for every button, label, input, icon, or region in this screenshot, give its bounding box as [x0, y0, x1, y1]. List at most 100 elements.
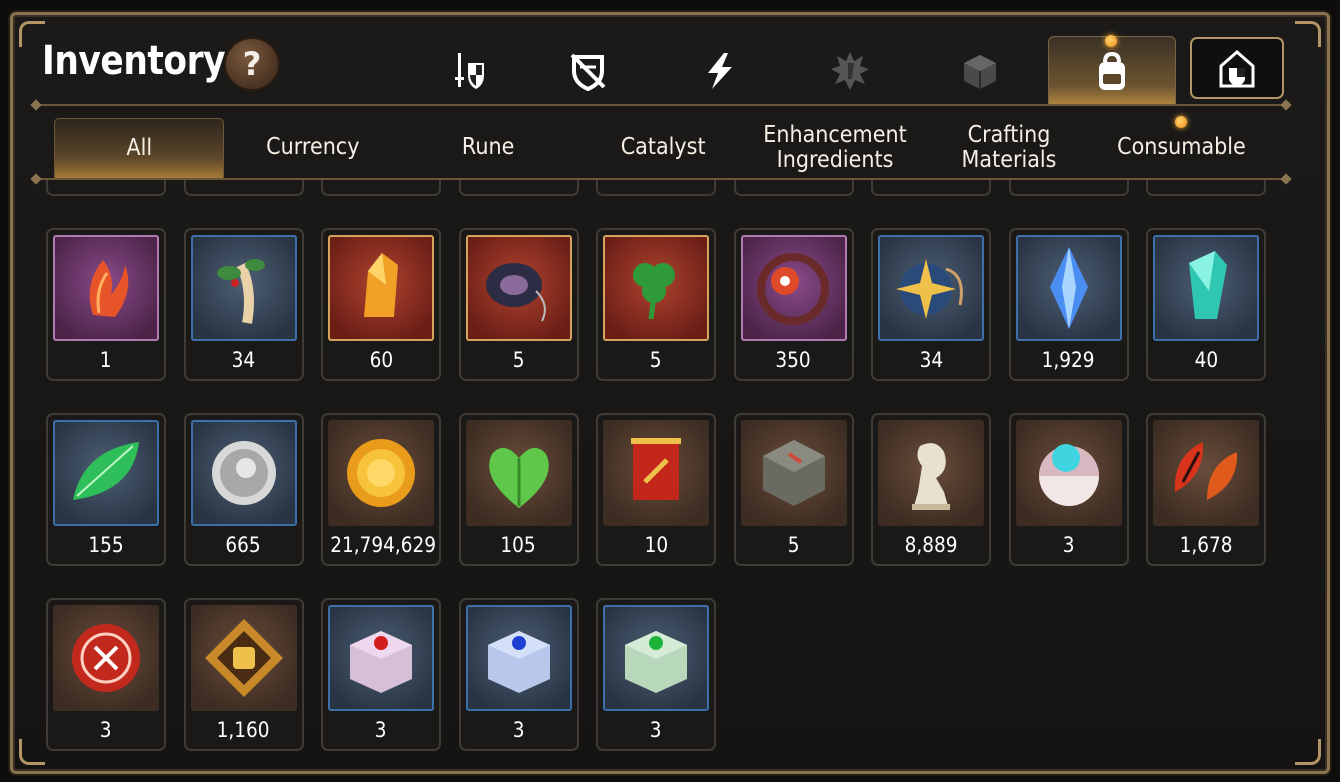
item-slot[interactable]: 10 [596, 413, 716, 566]
item-count-value: 1,929 [1042, 348, 1095, 372]
item-tile [1153, 420, 1259, 526]
subtab-label: Consumable [1116, 134, 1246, 161]
guild-house-icon [1219, 50, 1255, 88]
blue-jewel-chest-icon [487, 631, 550, 693]
tab-runes[interactable] [802, 40, 898, 102]
dark-ring-icon [485, 263, 546, 322]
item-slot-partial[interactable] [321, 180, 441, 196]
item-slot[interactable]: 665 [183, 413, 304, 566]
item-count: 34 [873, 348, 989, 372]
item-count-value: 350 [775, 348, 812, 372]
item-slot[interactable]: 3 [596, 598, 716, 751]
help-button[interactable]: ? [224, 37, 280, 91]
item-tile [465, 235, 572, 341]
notification-dot [1175, 116, 1187, 128]
subtab-consumable[interactable]: Consumable [1100, 116, 1262, 178]
item-slot[interactable]: 1,678 [1146, 413, 1266, 566]
item-slot[interactable]: 60 [321, 228, 441, 381]
item-slot[interactable]: 5 [733, 413, 854, 566]
item-count-value: 665 [225, 533, 262, 557]
tab-equipment[interactable] [420, 40, 516, 102]
item-count: 105 [461, 533, 577, 557]
item-slot[interactable]: 350 [733, 228, 854, 381]
item-tile [53, 605, 159, 711]
item-tile [878, 235, 984, 341]
item-slot[interactable]: 1 [46, 228, 166, 381]
item-slot[interactable]: 3 [458, 598, 579, 751]
subtab-label: All [126, 134, 152, 161]
frame-corner-ornament [1295, 21, 1321, 47]
item-slot-partial[interactable] [46, 180, 166, 196]
item-slot[interactable]: 5 [596, 228, 716, 381]
item-slot[interactable]: 21,794,629 [321, 413, 441, 566]
item-tile [53, 420, 159, 526]
item-count: 3 [1011, 533, 1127, 557]
item-count-value: 21,794,629 [330, 533, 437, 557]
lightning-icon [708, 53, 732, 89]
item-count: 10 [598, 533, 714, 557]
item-count: 60 [323, 348, 439, 372]
item-tile [190, 235, 297, 341]
item-tile [465, 605, 572, 711]
tab-items[interactable] [1048, 35, 1176, 106]
item-slot[interactable]: 5 [458, 228, 579, 381]
item-slot[interactable]: 34 [871, 228, 991, 381]
subtab-crafting-materials[interactable]: Crafting Materials [934, 118, 1084, 178]
item-slot-partial[interactable] [596, 180, 716, 196]
item-slot[interactable]: 3 [1008, 413, 1129, 566]
item-count: 5 [736, 533, 852, 557]
help-label: ? [242, 45, 262, 83]
item-tile [1015, 235, 1122, 341]
item-slot[interactable]: 34 [183, 228, 304, 381]
item-slot-partial[interactable] [458, 180, 579, 196]
item-count-value: 34 [919, 348, 943, 372]
item-tile [740, 235, 847, 341]
tab-broken-gear[interactable] [540, 40, 636, 102]
subtab-catalyst[interactable]: Catalyst [590, 118, 736, 178]
item-count-value: 3 [650, 718, 662, 742]
subtab-currency[interactable]: Currency [240, 118, 386, 178]
item-slot[interactable]: 1,929 [1008, 228, 1129, 381]
frame-corner-ornament [19, 739, 45, 765]
tab-artifacts[interactable] [932, 40, 1028, 102]
tab-skills[interactable] [672, 40, 768, 102]
item-slot-partial[interactable] [733, 180, 854, 196]
amber-crystal-icon [364, 253, 398, 317]
backpack-icon [1099, 51, 1125, 90]
item-tile [740, 420, 847, 526]
item-slot[interactable]: 3 [321, 598, 441, 751]
item-slot[interactable]: 3 [46, 598, 166, 751]
item-slot-partial[interactable] [1146, 180, 1266, 196]
subtab-label: Enhancement Ingredients [763, 121, 907, 173]
sword-shield-icon [455, 53, 484, 89]
item-count-value: 3 [1062, 533, 1075, 557]
item-slot-partial[interactable] [871, 180, 991, 196]
item-tile [878, 420, 984, 526]
item-slot-partial[interactable] [183, 180, 304, 196]
item-tile [190, 420, 297, 526]
item-count: 1,678 [1148, 533, 1264, 557]
item-count-value: 40 [1194, 348, 1218, 372]
item-count: 155 [48, 533, 164, 557]
item-slot[interactable]: 105 [458, 413, 579, 566]
page-title: Inventory [42, 38, 226, 84]
subtab-rune[interactable]: Rune [420, 118, 556, 178]
subtab-all[interactable]: All [54, 118, 224, 178]
item-tile [465, 420, 572, 526]
item-slot[interactable]: 8,889 [871, 413, 991, 566]
notification-dot [1105, 35, 1117, 47]
item-slot[interactable]: 1,160 [183, 598, 304, 751]
item-slot[interactable]: 40 [1146, 228, 1266, 381]
subtab-enhancement-ingredients[interactable]: Enhancement Ingredients [752, 118, 918, 178]
item-slot-partial[interactable] [1008, 180, 1129, 196]
item-grid[interactable]: 1 34 60 5 5 350 34 1,929 40 155 665 21,794,629 105 10… [44, 180, 1284, 755]
gacha-capsule-icon [1038, 444, 1099, 506]
subtab-label: Currency [266, 134, 360, 161]
item-slot[interactable]: 155 [46, 413, 166, 566]
autumn-leaves-icon [1174, 442, 1238, 500]
tab-guild-storage[interactable] [1190, 37, 1284, 99]
flower-ring-icon [756, 253, 829, 325]
item-tile [328, 235, 434, 341]
teal-crystal-icon [1189, 251, 1227, 319]
item-count: 40 [1148, 348, 1264, 372]
